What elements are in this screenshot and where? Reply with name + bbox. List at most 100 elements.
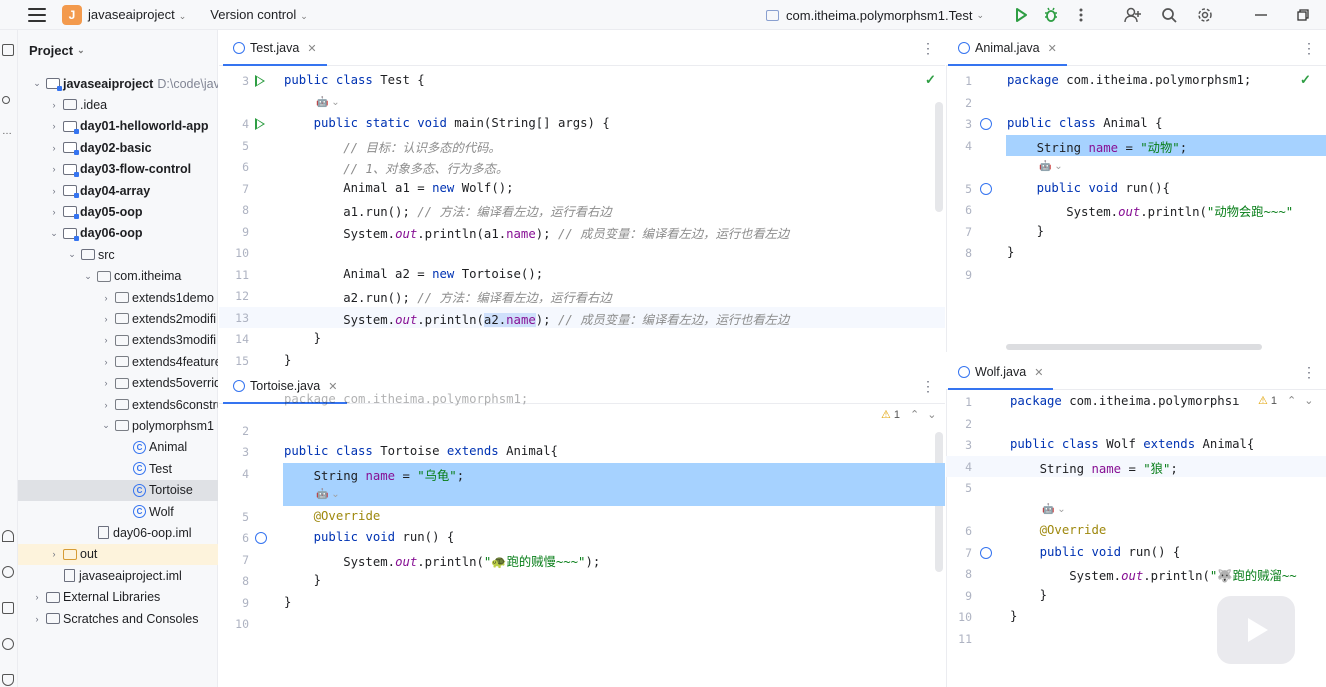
tree-item-day06-oop[interactable]: ⌄ day06-oop [18,223,218,244]
restore-icon[interactable] [1288,0,1318,30]
kebab-icon[interactable]: ⋮ [921,40,935,57]
tree-item-extends4feature[interactable]: › extends4feature [18,351,219,372]
close-icon[interactable]: ✕ [307,42,316,55]
close-icon[interactable]: ✕ [328,380,337,393]
code-line[interactable] [946,413,1326,435]
kebab-icon[interactable]: ⋮ [1302,364,1316,381]
tree-item-day03-flow-control[interactable]: › day03-flow-control [18,159,218,180]
code-line[interactable] [946,92,1326,114]
override-gutter-icon[interactable] [980,546,992,559]
version-control-tool-icon[interactable] [2,674,14,686]
tree-item-out[interactable]: › out [18,543,218,565]
code-line[interactable] [283,484,945,506]
tree-item-extends3modifi[interactable]: › extends3modifi [18,330,218,351]
tab-wolf-java[interactable]: Wolf.java ✕ [948,354,1054,390]
plugins-tool-icon[interactable] [2,530,14,542]
tree-item-day06-oop-iml[interactable]: day06-oop.iml [18,522,218,543]
code-line[interactable] [946,477,1326,499]
problems-tool-icon[interactable] [2,638,14,650]
tree-item-day04-array[interactable]: › day04-array [18,180,218,201]
kebab-icon[interactable]: ⋮ [921,378,935,395]
tree-item-day02-basic[interactable]: › day02-basic [18,137,218,158]
chevron-right-icon[interactable]: › [100,314,112,324]
version-control-menu[interactable]: Version control ⌄ [210,7,308,22]
chevron-right-icon[interactable]: › [100,335,112,345]
run-tool-icon[interactable] [2,566,14,578]
terminal-tool-icon[interactable] [2,602,14,614]
code-line[interactable] [946,242,1326,264]
override-gutter-icon[interactable] [255,532,267,544]
code-line[interactable] [219,592,945,614]
code-line[interactable] [946,520,1326,542]
chevron-down-icon[interactable]: ⌄ [31,78,43,89]
project-panel-header[interactable]: Project ⌄ [18,30,217,70]
tree-item-polymorphsm1[interactable]: ⌄ polymorphsm1 [18,415,218,436]
override-gutter-icon[interactable] [980,182,992,195]
tab-animal-java[interactable]: Animal.java ✕ [948,30,1067,66]
horizontal-scrollbar[interactable] [1006,344,1262,350]
code-line[interactable] [219,420,945,442]
chevron-right-icon[interactable]: › [48,143,60,153]
search-icon[interactable] [1154,0,1184,30]
ai-hint-icon[interactable]: 🤖 ⌄ [1039,161,1063,172]
chevron-down-icon[interactable]: ⌄ [66,249,78,260]
code-line[interactable] [219,242,945,264]
tree-item-javaseaiproject-iml[interactable]: javaseaiproject.iml [18,565,218,586]
chevron-right-icon[interactable]: › [100,293,112,303]
run-gutter-icon[interactable] [255,75,265,87]
close-icon[interactable]: ✕ [1034,366,1043,379]
tree-item-day05-oop[interactable]: › day05-oop [18,201,218,222]
code-line[interactable] [219,613,945,635]
code-line[interactable] [946,499,1326,521]
bug-icon[interactable] [1036,0,1066,30]
tree-item-test[interactable]: C Test [18,458,218,479]
chevron-right-icon[interactable]: › [48,121,60,131]
code-line[interactable] [219,328,945,350]
tree-item-src[interactable]: ⌄ src [18,244,218,265]
chevron-right-icon[interactable]: › [48,186,60,196]
chevron-down-icon[interactable]: ⌄ [82,271,94,282]
ai-hint-icon[interactable]: 🤖 ⌄ [316,489,340,500]
run-gutter-icon[interactable] [255,118,265,130]
chevron-right-icon[interactable]: › [100,400,112,410]
kebab-icon[interactable] [1066,0,1096,30]
ai-hint-icon[interactable]: 🤖 ⌄ [1042,504,1066,515]
tree-item-animal[interactable]: C Animal [18,437,218,458]
chevron-right-icon[interactable]: › [48,164,60,174]
project-tool-icon[interactable] [2,44,14,56]
tree-item-tortoise[interactable]: C Tortoise [18,479,218,501]
tree-item-extends6constru[interactable]: › extends6constru [18,394,219,415]
tree-item-com-itheima[interactable]: ⌄ com.itheima [18,266,218,287]
code-line[interactable] [946,221,1326,243]
tree-item-javaseaiproject[interactable]: ⌄ javaseaiproject D:\code\jav [18,73,218,94]
more-tools-icon[interactable]: … [2,126,16,137]
tree-item-extends1demo[interactable]: › extends1demo [18,287,218,308]
tree-item-extends5overrid[interactable]: › extends5overrid [18,373,219,394]
add-user-icon[interactable] [1118,0,1148,30]
chevron-right-icon[interactable]: › [100,357,112,367]
tree-item-extends2modifi[interactable]: › extends2modifi [18,308,218,329]
close-icon[interactable]: ✕ [1048,42,1057,55]
run-config-selector[interactable]: com.itheima.polymorphsm1.Test ⌄ [766,8,984,23]
tab-test-java[interactable]: Test.java ✕ [223,30,327,66]
code-line[interactable] [946,264,1326,286]
code-line[interactable] [946,156,1326,178]
chevron-right-icon[interactable]: › [31,592,43,602]
tree-item--idea[interactable]: › .idea [18,94,218,115]
hamburger-icon[interactable] [28,7,46,22]
minimize-icon[interactable] [1246,0,1276,30]
chevron-right-icon[interactable]: › [48,207,60,217]
project-switcher[interactable]: javaseaiproject ⌄ [88,7,186,22]
chevron-right-icon[interactable]: › [48,100,60,110]
chevron-down-icon[interactable]: ⌄ [100,420,112,431]
gear-icon[interactable] [1190,0,1220,30]
code-line[interactable] [219,350,945,369]
kebab-icon[interactable]: ⋮ [1302,40,1316,57]
tree-item-wolf[interactable]: C Wolf [18,501,218,522]
commit-tool-icon[interactable] [2,96,10,104]
video-play-overlay[interactable] [1215,594,1297,666]
override-gutter-icon[interactable] [980,118,992,130]
chevron-down-icon[interactable]: ⌄ [48,228,60,239]
chevron-right-icon[interactable]: › [48,549,60,559]
project-badge[interactable]: J [62,4,82,25]
